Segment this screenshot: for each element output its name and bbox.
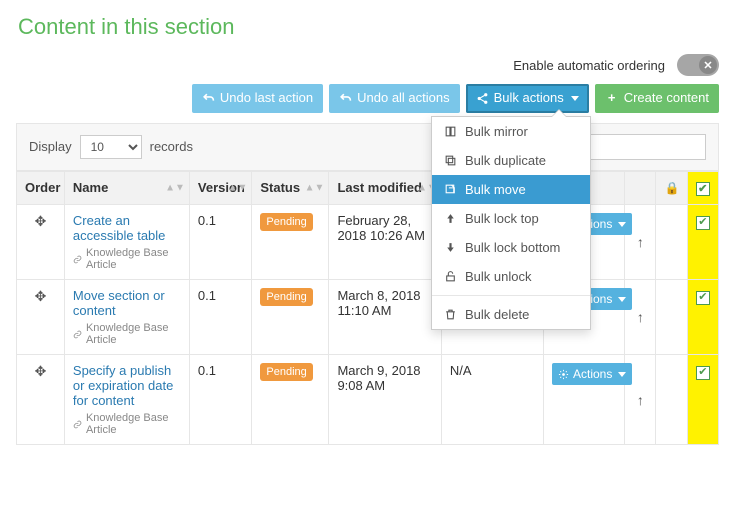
col-select-all[interactable] [687, 171, 718, 205]
auto-ordering-label: Enable automatic ordering [513, 58, 665, 73]
move-to-top-icon[interactable]: ↑ [637, 234, 644, 250]
last-modified-cell: February 28, 2018 10:26 AM [329, 205, 441, 280]
arrow-up-icon [444, 212, 457, 225]
col-version[interactable]: Version▲▼ [189, 171, 251, 205]
row-checkbox[interactable] [696, 216, 710, 230]
gear-icon [558, 369, 569, 380]
content-name-link[interactable]: Specify a publish or expiration date for… [73, 363, 181, 408]
col-last-modified[interactable]: Last modified▲▼ [329, 171, 441, 205]
menu-item-label: Bulk lock bottom [465, 240, 560, 255]
undo-last-button[interactable]: Undo last action [192, 84, 323, 113]
menu-separator [432, 295, 590, 296]
link-icon [73, 254, 82, 265]
last-modified-cell: March 8, 2018 11:10 AM [329, 280, 441, 355]
col-move-top [625, 171, 656, 205]
lock-icon: 🔒 [664, 181, 679, 195]
page-size-select[interactable]: 10 [80, 135, 142, 159]
status-cell: Pending [252, 205, 329, 280]
move-to-top-icon[interactable]: ↑ [637, 392, 644, 408]
table-row: ✥ Specify a publish or expiration date f… [17, 355, 719, 445]
content-subtype: Knowledge Base Article [73, 247, 181, 271]
trash-icon [444, 308, 457, 321]
filters-bar: Display 10 records [16, 123, 719, 171]
bulk-actions-menu: Bulk mirror Bulk duplicate Bulk move Bul… [431, 116, 591, 330]
caret-down-icon [571, 96, 579, 101]
bulk-actions-button[interactable]: Bulk actions [466, 84, 589, 113]
status-cell: Pending [252, 355, 329, 445]
mirror-icon [444, 125, 457, 138]
caret-down-icon [618, 222, 626, 227]
bulk-duplicate-item[interactable]: Bulk duplicate [432, 146, 590, 175]
version-cell: 0.1 [189, 280, 251, 355]
button-label: Bulk actions [494, 90, 564, 107]
unlock-icon [444, 270, 457, 283]
button-label: Undo all actions [357, 90, 450, 107]
table-row: ✥ Move section or content Knowledge Base… [17, 280, 719, 355]
move-icon [444, 183, 457, 196]
last-modified-cell: March 9, 2018 9:08 AM [329, 355, 441, 445]
duplicate-icon [444, 154, 457, 167]
bulk-unlock-item[interactable]: Bulk unlock [432, 262, 590, 291]
drag-handle-icon[interactable]: ✥ [35, 213, 47, 229]
table-row: ✥ Create an accessible table Knowledge B… [17, 205, 719, 280]
version-cell: 0.1 [189, 355, 251, 445]
display-label: Display [29, 139, 72, 154]
page-title: Content in this section [18, 14, 719, 40]
bulk-move-item[interactable]: Bulk move [432, 175, 590, 204]
link-icon [73, 329, 82, 340]
expiration-cell: N/A [441, 355, 543, 445]
status-badge: Pending [260, 288, 312, 306]
create-content-button[interactable]: + Create content [595, 84, 719, 113]
move-to-top-icon[interactable]: ↑ [637, 309, 644, 325]
arrow-down-icon [444, 241, 457, 254]
status-badge: Pending [260, 213, 312, 231]
undo-all-button[interactable]: Undo all actions [329, 84, 460, 113]
row-actions-button[interactable]: Actions [552, 363, 632, 385]
col-status[interactable]: Status▲▼ [252, 171, 329, 205]
content-subtype: Knowledge Base Article [73, 412, 181, 436]
row-checkbox[interactable] [696, 366, 710, 380]
content-subtype: Knowledge Base Article [73, 322, 181, 346]
menu-item-label: Bulk delete [465, 307, 529, 322]
col-name[interactable]: Name▲▼ [64, 171, 189, 205]
col-lock: 🔒 [656, 171, 687, 205]
caret-down-icon [618, 372, 626, 377]
button-label: Create content [624, 90, 709, 107]
menu-item-label: Bulk move [465, 182, 526, 197]
content-table: Order Name▲▼ Version▲▼ Status▲▼ Last mod… [16, 171, 719, 446]
share-icon [476, 92, 489, 105]
button-label: Undo last action [220, 90, 313, 107]
menu-item-label: Bulk unlock [465, 269, 531, 284]
toolbar: Undo last action Undo all actions Bulk a… [16, 84, 719, 113]
bulk-delete-item[interactable]: Bulk delete [432, 300, 590, 329]
auto-ordering-toggle[interactable] [677, 54, 719, 76]
link-icon [73, 419, 82, 430]
row-checkbox[interactable] [696, 291, 710, 305]
col-order[interactable]: Order [17, 171, 65, 205]
undo-icon [202, 92, 215, 105]
select-all-checkbox[interactable] [696, 182, 710, 196]
version-cell: 0.1 [189, 205, 251, 280]
undo-icon [339, 92, 352, 105]
menu-item-label: Bulk lock top [465, 211, 539, 226]
menu-item-label: Bulk mirror [465, 124, 528, 139]
bulk-mirror-item[interactable]: Bulk mirror [432, 117, 590, 146]
caret-down-icon [618, 297, 626, 302]
bulk-lock-bottom-item[interactable]: Bulk lock bottom [432, 233, 590, 262]
actions-cell: Actions [543, 355, 624, 445]
records-label: records [150, 139, 193, 154]
content-name-link[interactable]: Move section or content [73, 288, 181, 318]
menu-item-label: Bulk duplicate [465, 153, 546, 168]
status-badge: Pending [260, 363, 312, 381]
plus-icon: + [605, 90, 619, 107]
bulk-lock-top-item[interactable]: Bulk lock top [432, 204, 590, 233]
content-name-link[interactable]: Create an accessible table [73, 213, 181, 243]
status-cell: Pending [252, 280, 329, 355]
drag-handle-icon[interactable]: ✥ [35, 288, 47, 304]
drag-handle-icon[interactable]: ✥ [35, 363, 47, 379]
